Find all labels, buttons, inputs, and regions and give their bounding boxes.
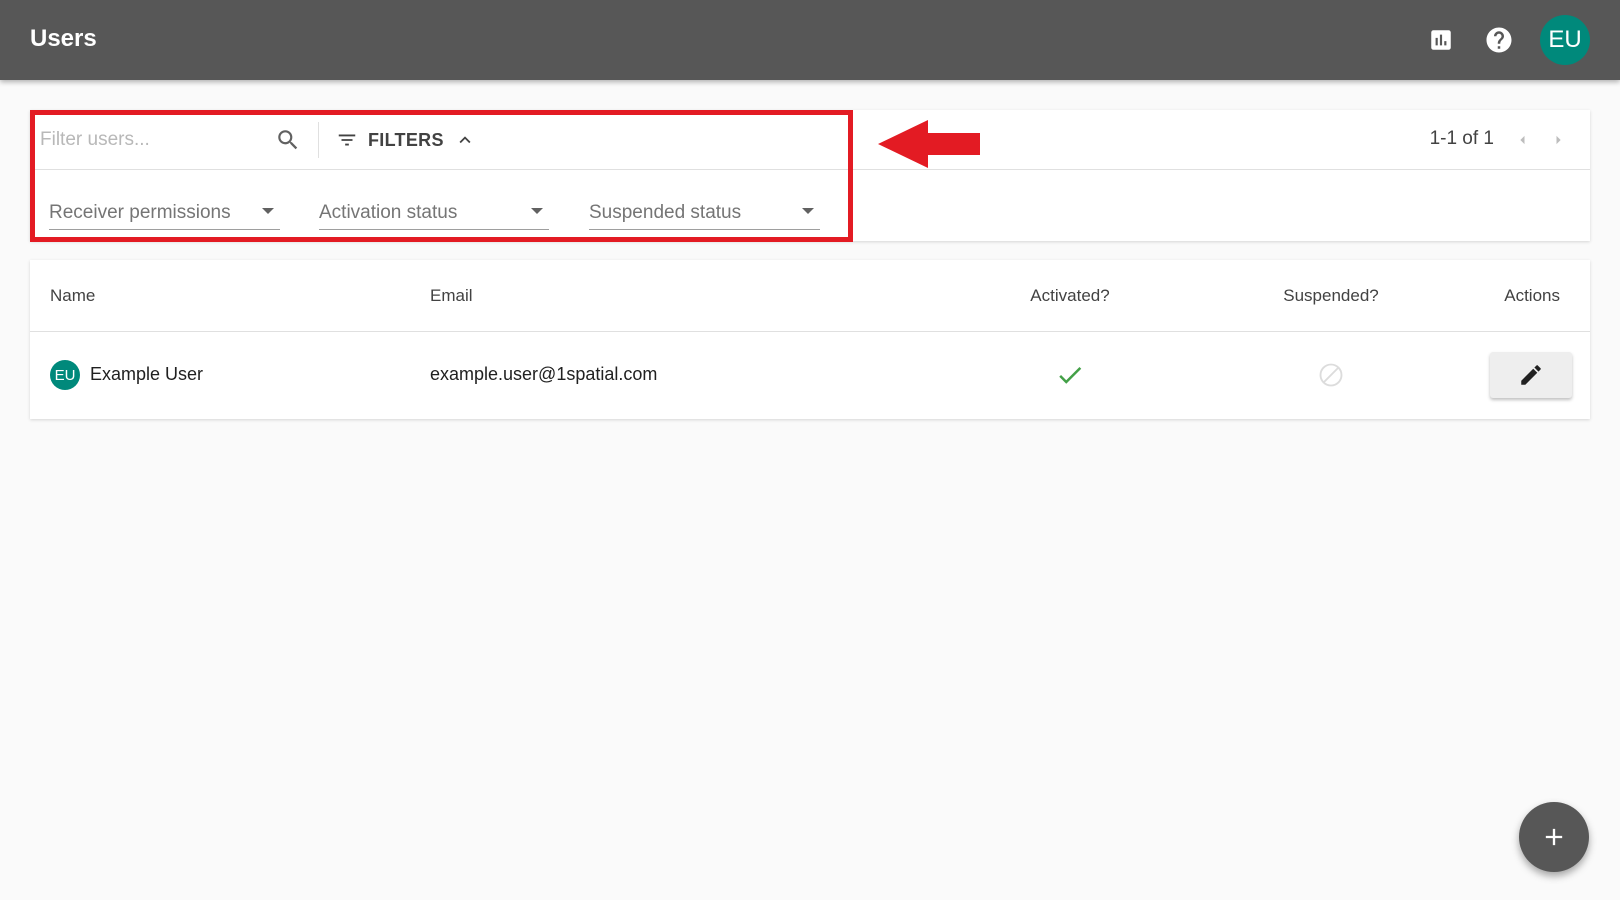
chevron-right-icon[interactable] bbox=[1548, 128, 1570, 152]
activation-status-select[interactable]: Activation status bbox=[319, 198, 549, 230]
filters-label: FILTERS bbox=[368, 129, 444, 150]
column-header-actions: Actions bbox=[1504, 286, 1560, 305]
add-user-button[interactable] bbox=[1519, 802, 1589, 872]
select-label: Activation status bbox=[319, 202, 458, 223]
dropdown-arrow-icon bbox=[262, 208, 274, 214]
pagination-range: 1-1 of 1 bbox=[1429, 128, 1494, 149]
toolbar-top-row: FILTERS 1-1 of 1 bbox=[30, 110, 1590, 170]
select-label: Suspended status bbox=[589, 202, 742, 223]
toolbar-divider bbox=[318, 122, 319, 158]
suspended-status-select[interactable]: Suspended status bbox=[589, 198, 820, 230]
users-table: Name Email Activated? Suspended? Actions… bbox=[30, 260, 1590, 419]
dropdown-arrow-icon bbox=[802, 208, 814, 214]
column-header-activated[interactable]: Activated? bbox=[1030, 286, 1109, 306]
column-header-name[interactable]: Name bbox=[50, 286, 95, 306]
table-row[interactable]: EU Example User example.user@1spatial.co… bbox=[30, 332, 1590, 419]
search-icon[interactable] bbox=[273, 125, 303, 155]
avatar: EU bbox=[50, 360, 80, 390]
column-header-email[interactable]: Email bbox=[430, 286, 473, 306]
pencil-icon bbox=[1521, 365, 1541, 385]
select-label: Receiver permissions bbox=[49, 202, 231, 223]
column-header-suspended[interactable]: Suspended? bbox=[1283, 286, 1378, 306]
table-header: Name Email Activated? Suspended? Actions bbox=[30, 260, 1590, 332]
bar-chart-icon[interactable] bbox=[1425, 24, 1457, 56]
page-title: Users bbox=[30, 25, 97, 52]
dropdown-arrow-icon bbox=[531, 208, 543, 214]
plus-icon bbox=[1545, 828, 1563, 846]
filter-toolbar: FILTERS 1-1 of 1 Receiver permissions Ac… bbox=[30, 110, 1590, 241]
block-icon bbox=[1319, 363, 1343, 387]
edit-user-button[interactable] bbox=[1490, 352, 1572, 398]
chevron-left-icon[interactable] bbox=[1511, 128, 1533, 152]
user-name: Example User bbox=[90, 364, 204, 384]
chevron-up-icon bbox=[454, 129, 476, 151]
app-bar: Users EU bbox=[0, 0, 1620, 80]
receiver-permissions-select[interactable]: Receiver permissions bbox=[49, 198, 280, 230]
user-avatar[interactable]: EU bbox=[1540, 15, 1590, 65]
user-email: example.user@1spatial.com bbox=[430, 364, 658, 384]
check-icon bbox=[1059, 366, 1082, 384]
filters-toggle-button[interactable]: FILTERS bbox=[330, 123, 482, 157]
filter-list-icon bbox=[336, 129, 358, 151]
search-input[interactable] bbox=[40, 124, 255, 156]
help-icon[interactable] bbox=[1483, 24, 1515, 56]
